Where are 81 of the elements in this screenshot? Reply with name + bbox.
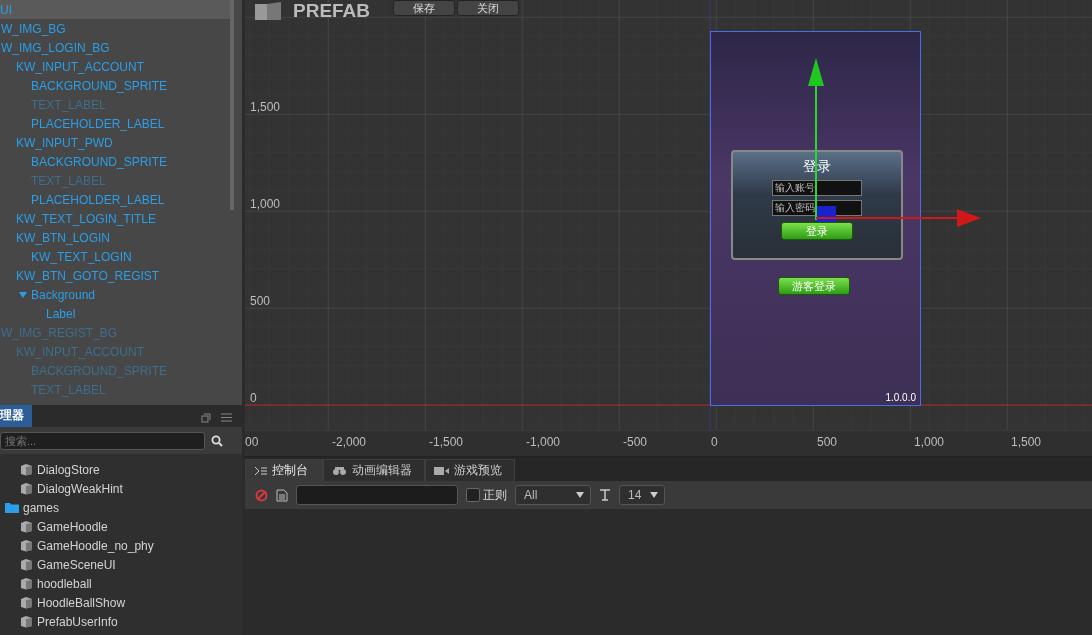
- prefab-icon: [20, 596, 33, 609]
- axis-label: 1,000: [250, 197, 281, 211]
- asset-item[interactable]: games: [23, 500, 60, 515]
- caret-down-icon[interactable]: [19, 291, 27, 298]
- tree-item[interactable]: Label: [0, 304, 234, 323]
- tree-item[interactable]: W_IMG_REGIST_BG: [0, 323, 234, 342]
- tree-item[interactable]: BACKGROUND_SPRITE: [0, 361, 234, 380]
- tree-item[interactable]: TEXT_LABEL: [0, 380, 234, 399]
- tree-item[interactable]: TEXT_LABEL: [0, 95, 234, 114]
- axis-label: 0: [711, 435, 718, 449]
- axis-label: 500: [250, 294, 271, 308]
- axis-label: -1,000: [526, 435, 561, 449]
- axis-label: 500: [817, 435, 838, 449]
- animation-icon: [332, 465, 348, 476]
- prefab-icon: [20, 520, 33, 533]
- axis-label: -500: [623, 435, 648, 449]
- console-icon: [254, 465, 268, 476]
- tree-item[interactable]: KW_TEXT_LOGIN_TITLE: [0, 209, 234, 228]
- tree-item[interactable]: KW_INPUT_ACCOUNT: [0, 342, 234, 361]
- axis-label: 1,000: [914, 435, 945, 449]
- toolbar-button[interactable]: 关闭: [457, 0, 519, 16]
- prefab-icon: [20, 482, 33, 495]
- tree-item[interactable]: W_IMG_BG: [0, 19, 234, 38]
- tree-item[interactable]: W_IMG_LOGIN_BG: [0, 38, 234, 57]
- prefab-icon: [20, 463, 33, 476]
- font-size-select[interactable]: 14: [619, 485, 665, 505]
- asset-item[interactable]: HoodleBallShow: [37, 595, 126, 610]
- x-axis-arrow[interactable]: [816, 209, 981, 227]
- popout-icon[interactable]: [201, 413, 211, 423]
- tree-item[interactable]: KW_BTN_LOGIN: [0, 228, 234, 247]
- asset-item[interactable]: PrefabUserInfo: [37, 614, 118, 629]
- axis-label: 1,500: [1011, 435, 1042, 449]
- tree-item[interactable]: Background: [0, 285, 234, 304]
- login-button[interactable]: 登录: [781, 222, 853, 240]
- filter-field[interactable]: [296, 485, 458, 505]
- panel-tab[interactable]: 游戏预览: [425, 459, 515, 481]
- asset-item[interactable]: DialogStore: [37, 462, 100, 477]
- asset-item[interactable]: GameSceneUI: [37, 557, 116, 572]
- asset-item[interactable]: DialogWeakHint: [37, 481, 123, 496]
- tree-item[interactable]: BACKGROUND_SPRITE: [0, 152, 234, 171]
- document-icon[interactable]: [276, 488, 288, 502]
- menu-icon[interactable]: [221, 413, 232, 422]
- search-field[interactable]: 搜索...: [0, 432, 205, 450]
- tree-item[interactable]: KW_INPUT_PWD: [0, 133, 234, 152]
- version-label: 1.0.0.0: [885, 392, 916, 403]
- search-icon[interactable]: [211, 435, 223, 447]
- checkbox-label: 正则: [483, 486, 507, 504]
- guest-login-button[interactable]: 游客登录: [778, 277, 850, 295]
- caret-down-icon: [650, 492, 658, 498]
- folder-icon: [5, 502, 19, 513]
- clear-icon[interactable]: [255, 488, 268, 502]
- account-field[interactable]: 输入账号: [772, 180, 862, 196]
- font-size-icon: [599, 489, 611, 501]
- tree-item[interactable]: TEXT_LABEL: [0, 171, 234, 190]
- tree-item[interactable]: PLACEHOLDER_LABEL: [0, 190, 234, 209]
- panel-tab[interactable]: 控制台: [245, 459, 323, 481]
- panel-tab[interactable]: 动画编辑器: [323, 459, 425, 481]
- prefab-logo: PREFAB: [293, 0, 371, 22]
- panel-tab[interactable]: 理器: [0, 404, 32, 427]
- axis-label: -2,000: [332, 435, 367, 449]
- axis-label: 0: [250, 391, 257, 405]
- toolbar-button[interactable]: 保存: [393, 0, 455, 16]
- camera-icon: [434, 465, 450, 476]
- prefab-icon: [20, 577, 33, 590]
- regex-checkbox[interactable]: [466, 488, 480, 502]
- tree-item[interactable]: KW_TEXT_LOGIN: [0, 247, 234, 266]
- asset-item[interactable]: GameHoodle: [37, 519, 108, 534]
- caret-down-icon: [576, 492, 584, 498]
- axis-label: -1,500: [429, 435, 464, 449]
- tree-item[interactable]: KW_BTN_GOTO_REGIST: [0, 266, 234, 285]
- prefab-icon: [20, 615, 33, 628]
- asset-item[interactable]: GameHoodle_no_phy: [37, 538, 154, 553]
- axis-label: 00: [245, 435, 259, 449]
- tree-item[interactable]: KW_INPUT_ACCOUNT: [0, 57, 234, 76]
- log-level-select[interactable]: All: [515, 485, 591, 505]
- axis-label: 1,500: [250, 100, 281, 114]
- asset-item[interactable]: hoodleball: [37, 576, 92, 591]
- tree-item[interactable]: BACKGROUND_SPRITE: [0, 76, 234, 95]
- prefab-icon: [20, 558, 33, 571]
- prefab-icon: [20, 539, 33, 552]
- tree-item[interactable]: PLACEHOLDER_LABEL: [0, 114, 234, 133]
